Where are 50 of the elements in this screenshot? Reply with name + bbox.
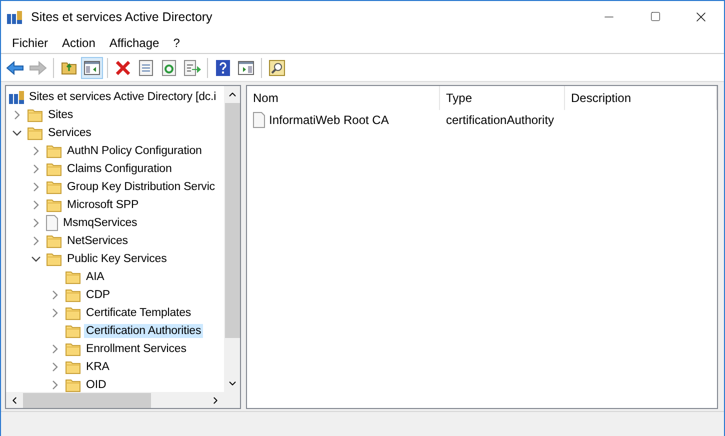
folder-icon — [65, 306, 81, 320]
folder-icon — [65, 270, 81, 284]
list-cell[interactable]: InformatiWeb Root CA — [269, 113, 389, 127]
tree-item[interactable]: AuthN Policy Configuration — [65, 144, 204, 158]
tree-item[interactable]: Group Key Distribution Servic — [65, 180, 217, 194]
folder-icon — [65, 342, 81, 356]
folder-icon — [46, 162, 62, 176]
folder-icon — [27, 108, 43, 122]
folder-icon — [65, 378, 81, 392]
maximize-icon[interactable] — [650, 11, 660, 22]
folder-icon — [46, 198, 62, 212]
panel-button[interactable] — [81, 56, 103, 78]
tree-item[interactable]: MsmqServices — [61, 216, 140, 230]
tree-item[interactable]: Certificate Templates — [84, 306, 194, 320]
tree-item[interactable]: Public Key Services — [65, 252, 169, 266]
column-header[interactable]: Nom — [247, 86, 440, 110]
tree-item[interactable]: Certification Authorities — [84, 324, 204, 338]
menu-item[interactable]: Affichage — [102, 36, 166, 50]
document-icon — [253, 112, 265, 128]
folder-icon — [27, 126, 43, 140]
tree-item[interactable]: Sites et services Active Directory [dc.i — [27, 90, 218, 104]
directory-icon — [9, 89, 25, 105]
tree-item[interactable]: AIA — [84, 270, 106, 284]
app-icon — [7, 8, 23, 24]
horizontal-scrollbar[interactable] — [6, 392, 224, 408]
folder-icon — [46, 180, 62, 194]
column-header[interactable]: Description — [565, 86, 717, 110]
window-title: Sites et services Active Directory — [31, 10, 214, 24]
list-cell: certificationAuthority — [446, 113, 554, 127]
tree-item[interactable]: Services — [46, 126, 94, 140]
document-icon — [46, 215, 58, 231]
folder-icon — [46, 234, 62, 248]
vertical-scrollbar[interactable] — [224, 86, 240, 392]
folder-icon — [65, 360, 81, 374]
tree-item[interactable]: Enrollment Services — [84, 342, 188, 356]
menu-item[interactable]: Action — [55, 36, 102, 50]
menu-item[interactable]: Fichier — [5, 36, 56, 50]
tree-item[interactable]: CDP — [84, 288, 112, 302]
column-header[interactable]: Type — [440, 86, 565, 110]
tree-item[interactable]: OID — [84, 378, 108, 392]
tree-item[interactable]: Microsoft SPP — [65, 198, 141, 212]
tree-item[interactable]: KRA — [84, 360, 112, 374]
tree-item[interactable]: NetServices — [65, 234, 130, 248]
menu-item[interactable]: ? — [166, 36, 187, 50]
folder-icon — [65, 288, 81, 302]
folder-icon — [65, 324, 81, 338]
tree-item[interactable]: Claims Configuration — [65, 162, 174, 176]
folder-icon — [46, 144, 62, 158]
tree-item[interactable]: Sites — [46, 108, 76, 122]
folder-icon — [46, 252, 62, 266]
